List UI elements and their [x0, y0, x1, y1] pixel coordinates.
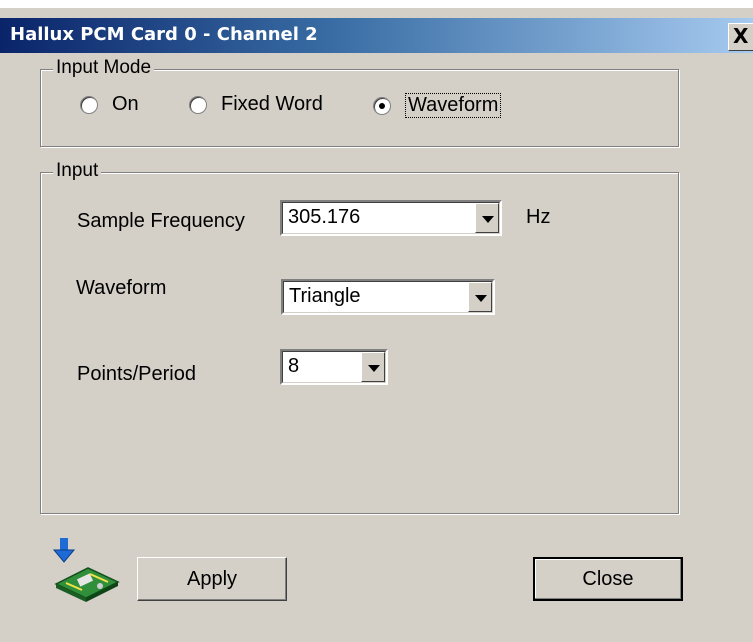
sample-frequency-dropdown-button[interactable] [475, 203, 499, 233]
radio-selected-dot [379, 102, 385, 109]
sample-frequency-unit: Hz [526, 206, 551, 228]
points-per-period-combobox[interactable]: 8 [280, 349, 388, 385]
sample-frequency-value: 305.176 [288, 206, 361, 228]
radio-fixed-word[interactable]: Fixed Word [189, 93, 323, 116]
radio-fixed-word-label: Fixed Word [221, 93, 323, 115]
input-legend: Input [53, 160, 102, 182]
title-bar[interactable]: Hallux PCM Card 0 - Channel 2 X [0, 18, 753, 53]
chevron-down-icon [482, 216, 494, 223]
radio-on[interactable]: On [80, 93, 139, 116]
download-card-icon [52, 538, 120, 602]
close-window-button[interactable]: X [728, 23, 753, 51]
chevron-down-icon [475, 295, 487, 302]
input-mode-group: Input Mode On Fixed Word Waveform [40, 57, 679, 147]
points-per-period-dropdown-button[interactable] [361, 352, 385, 382]
apply-button[interactable]: Apply [137, 557, 287, 601]
radio-on-indicator[interactable] [80, 95, 98, 114]
input-group: Input Sample Frequency 305.176 Hz Wavefo… [40, 160, 679, 514]
radio-waveform[interactable]: Waveform [373, 93, 502, 118]
radio-waveform-label: Waveform [405, 93, 502, 118]
chevron-down-icon [368, 365, 380, 372]
radio-fixed-word-indicator[interactable] [189, 95, 207, 114]
radio-on-label: On [112, 93, 139, 115]
points-per-period-value: 8 [288, 355, 300, 377]
waveform-label: Waveform [76, 277, 167, 299]
waveform-value: Triangle [289, 285, 361, 307]
window-title: Hallux PCM Card 0 - Channel 2 [10, 24, 318, 45]
close-button[interactable]: Close [533, 557, 683, 601]
dialog-window: Hallux PCM Card 0 - Channel 2 X Input Mo… [0, 8, 753, 642]
waveform-dropdown-button[interactable] [468, 282, 492, 312]
radio-waveform-indicator[interactable] [373, 96, 391, 115]
input-mode-legend: Input Mode [53, 57, 155, 79]
sample-frequency-combobox[interactable]: 305.176 [280, 200, 502, 236]
sample-frequency-label: Sample Frequency [77, 210, 245, 232]
points-per-period-label: Points/Period [77, 363, 196, 385]
waveform-combobox[interactable]: Triangle [281, 279, 495, 315]
